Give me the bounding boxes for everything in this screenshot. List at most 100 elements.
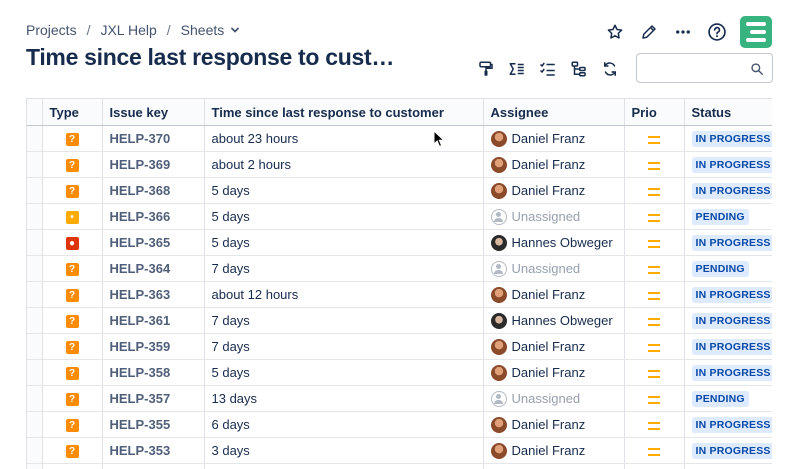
type-cell[interactable]: ? [42,125,103,152]
priority-cell[interactable] [624,307,685,334]
edit-pencil-icon[interactable] [632,17,666,47]
chevron-down-icon[interactable] [230,25,240,35]
issue-key-cell[interactable]: HELP-361 [102,307,205,334]
table-row[interactable]: ? HELP-363 about 12 hours Daniel Franz I… [27,281,772,308]
issue-key-cell[interactable]: HELP-353 [102,437,205,464]
status-cell[interactable]: IN PROGRESS [684,333,772,360]
time-since-response-cell[interactable]: about 2 hours [204,151,484,178]
table-row[interactable]: ? HELP-364 7 days Unassigned PENDING [27,255,772,282]
issue-key[interactable]: HELP-359 [110,339,171,354]
column-header-priority[interactable]: Prio [624,98,685,126]
type-cell[interactable]: ● [42,229,103,256]
row-gutter[interactable] [27,255,43,282]
status-cell[interactable]: IN PROGRESS [684,437,772,464]
issue-key-cell[interactable]: HELP-366 [102,203,205,230]
type-cell[interactable]: ? [42,333,103,360]
row-gutter[interactable] [27,307,43,334]
priority-cell[interactable] [624,281,685,308]
issue-key[interactable]: HELP-365 [110,235,171,250]
issue-key-cell[interactable]: HELP-364 [102,255,205,282]
issue-key[interactable]: HELP-368 [110,183,171,198]
row-gutter[interactable] [27,411,43,438]
issue-key-cell[interactable]: HELP-370 [102,125,205,152]
type-cell[interactable]: ? [42,281,103,308]
type-cell[interactable]: ? [42,307,103,334]
row-gutter[interactable] [27,125,43,152]
time-since-response-cell[interactable]: about 12 hours [204,281,484,308]
type-cell[interactable]: ? [42,437,103,464]
priority-cell[interactable] [624,437,685,464]
status-badge[interactable]: IN PROGRESS [691,417,772,433]
type-cell[interactable]: ? [42,411,103,438]
status-cell[interactable]: IN PROGRESS [684,125,772,152]
table-row[interactable]: ? HELP-369 about 2 hours Daniel Franz IN… [27,151,772,178]
issue-key[interactable]: HELP-363 [110,287,171,302]
issue-key[interactable]: HELP-370 [110,131,171,146]
checklist-icon[interactable] [532,54,563,84]
table-row[interactable] [27,463,772,469]
priority-cell[interactable] [624,203,685,230]
issue-key[interactable]: HELP-357 [110,391,171,406]
priority-cell[interactable] [624,359,685,386]
row-gutter[interactable] [27,359,43,386]
column-header-assignee[interactable]: Assignee [483,98,625,126]
issue-key[interactable]: HELP-353 [110,443,171,458]
row-gutter[interactable] [27,333,43,360]
table-row[interactable]: ? HELP-361 7 days Hannes Obweger IN PROG… [27,307,772,334]
status-cell[interactable]: PENDING [684,385,772,412]
time-since-response-cell[interactable]: 5 days [204,359,484,386]
row-gutter[interactable] [27,151,43,178]
assignee-cell[interactable]: Daniel Franz [483,333,625,360]
help-icon[interactable] [700,17,734,47]
issue-key-cell[interactable]: HELP-365 [102,229,205,256]
assignee-cell[interactable]: Daniel Franz [483,125,625,152]
assignee-cell[interactable]: Hannes Obweger [483,307,625,334]
issue-key[interactable]: HELP-366 [110,209,171,224]
assignee-cell[interactable]: Daniel Franz [483,359,625,386]
breadcrumb-project-jxl-help[interactable]: JXL Help [100,22,156,38]
type-cell[interactable]: ? [42,359,103,386]
star-icon[interactable] [598,17,632,47]
table-row[interactable]: ? HELP-353 3 days Daniel Franz IN PROGRE… [27,437,772,464]
priority-cell[interactable] [624,151,685,178]
search-input[interactable] [637,54,747,82]
status-cell[interactable]: IN PROGRESS [684,281,772,308]
priority-cell[interactable] [624,333,685,360]
status-badge[interactable]: IN PROGRESS [691,365,772,381]
assignee-cell[interactable]: Unassigned [483,385,625,412]
row-gutter[interactable] [27,229,43,256]
priority-cell[interactable] [624,177,685,204]
breadcrumb-projects[interactable]: Projects [26,22,77,38]
priority-cell[interactable] [624,385,685,412]
table-row[interactable]: • HELP-366 5 days Unassigned PENDING [27,203,772,230]
priority-cell[interactable] [624,255,685,282]
time-since-response-cell[interactable] [204,463,484,469]
time-since-response-cell[interactable]: 13 days [204,385,484,412]
priority-cell[interactable] [624,411,685,438]
status-cell[interactable]: IN PROGRESS [684,177,772,204]
status-cell[interactable]: IN PROGRESS [684,307,772,334]
type-cell[interactable]: • [42,203,103,230]
status-badge[interactable]: PENDING [691,391,749,407]
priority-cell[interactable] [624,125,685,152]
type-cell[interactable]: ? [42,255,103,282]
time-since-response-cell[interactable]: 7 days [204,255,484,282]
table-row[interactable]: ? HELP-368 5 days Daniel Franz IN PROGRE… [27,177,772,204]
assignee-cell[interactable]: Hannes Obweger [483,229,625,256]
issue-key-cell[interactable]: HELP-358 [102,359,205,386]
table-row[interactable]: ? HELP-355 6 days Daniel Franz IN PROGRE… [27,411,772,438]
assignee-cell[interactable]: Unassigned [483,255,625,282]
priority-cell[interactable] [624,463,685,469]
issue-key-cell[interactable]: HELP-355 [102,411,205,438]
type-cell[interactable]: ? [42,385,103,412]
column-header-status[interactable]: Status [684,98,772,126]
priority-cell[interactable] [624,229,685,256]
type-cell[interactable] [42,463,103,469]
status-cell[interactable]: IN PROGRESS [684,359,772,386]
app-logo[interactable] [740,16,772,48]
issue-key[interactable]: HELP-361 [110,313,171,328]
issue-key-cell[interactable] [102,463,205,469]
search-icon[interactable] [750,62,764,81]
table-row[interactable]: ? HELP-357 13 days Unassigned PENDING [27,385,772,412]
table-row[interactable]: ? HELP-358 5 days Daniel Franz IN PROGRE… [27,359,772,386]
